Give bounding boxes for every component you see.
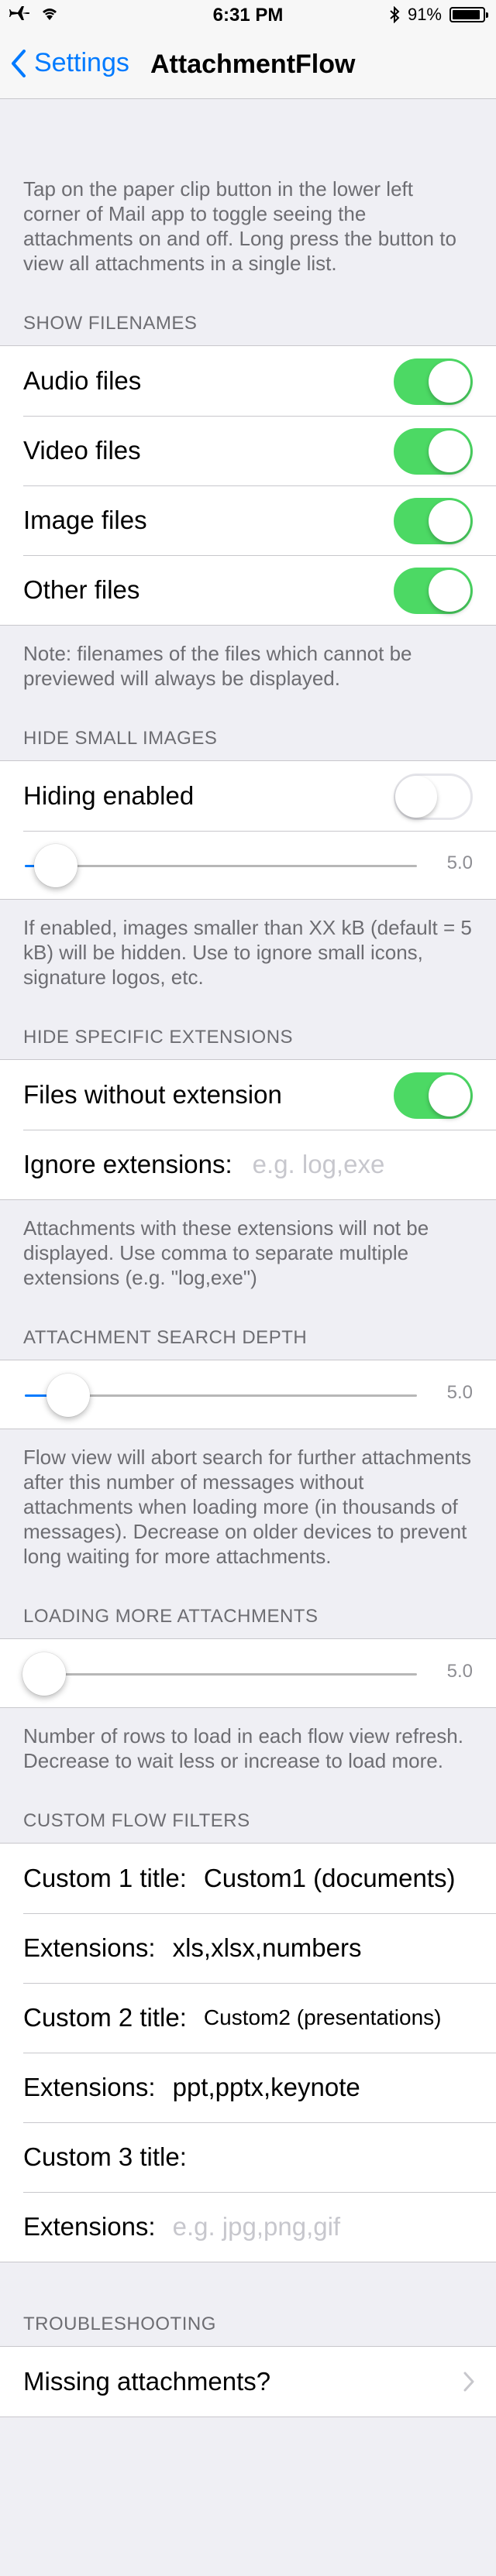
section-header-loading-more: LOADING MORE ATTACHMENTS: [23, 1606, 319, 1627]
bluetooth-icon: [390, 6, 400, 23]
status-bar: 6:31 PM 91%: [0, 0, 496, 31]
slider-value: 5.0: [446, 852, 473, 873]
toggle-knob: [429, 1075, 470, 1116]
page-title: AttachmentFlow: [150, 50, 356, 79]
toggle-knob: [429, 430, 470, 472]
battery-percent: 91%: [407, 5, 442, 24]
row-ignore-extensions[interactable]: Ignore extensions: e.g. log,exe: [0, 1130, 496, 1199]
slider-track[interactable]: [25, 844, 417, 887]
slider-track[interactable]: [25, 1374, 417, 1417]
status-right: 91%: [389, 5, 488, 25]
settings-content: Tap on the paper clip button in the lowe…: [0, 99, 496, 2417]
section-header-search-depth: ATTACHMENT SEARCH DEPTH: [23, 1327, 308, 1348]
slider-thumb[interactable]: [22, 1652, 67, 1696]
row-label: Other files: [23, 575, 140, 604]
row-files-without-extension: Files without extension: [0, 1060, 496, 1130]
row-custom3-title[interactable]: Custom 3 title:: [0, 2122, 496, 2192]
row-custom2-title[interactable]: Custom 2 title: Custom2 (presentations): [0, 1983, 496, 2053]
hide-extensions-group: Files without extension Ignore extension…: [0, 1059, 496, 1200]
slider-thumb[interactable]: [34, 844, 78, 887]
slider-thumb[interactable]: [46, 1374, 90, 1417]
row-small-image-size-slider: 5.0: [0, 831, 496, 899]
toggle-knob: [429, 361, 470, 403]
row-custom2-extensions[interactable]: Extensions: ppt,pptx,keynote: [0, 2053, 496, 2122]
back-button[interactable]: Settings: [11, 48, 129, 78]
loading-more-note: Number of rows to load in each flow view…: [23, 1724, 463, 1772]
section-header-hide-specific-extensions: HIDE SPECIFIC EXTENSIONS: [23, 1027, 294, 1048]
row-label: Extensions:: [23, 2212, 156, 2241]
section-header-hide-small-images: HIDE SMALL IMAGES: [23, 728, 218, 749]
row-missing-attachments[interactable]: Missing attachments?: [0, 2347, 496, 2417]
search-depth-group: 5.0: [0, 1360, 496, 1429]
section-header-show-filenames: SHOW FILENAMES: [23, 313, 198, 334]
toggle-video-files[interactable]: [394, 428, 473, 475]
loading-more-group: 5.0: [0, 1638, 496, 1708]
row-video-files: Video files: [0, 416, 496, 485]
row-label: Ignore extensions:: [23, 1150, 232, 1178]
section-header-custom-flow-filters: CUSTOM FLOW FILTERS: [23, 1810, 250, 1831]
row-audio-files: Audio files: [0, 346, 496, 416]
row-label: Custom 2 title:: [23, 2003, 187, 2032]
custom2-title-input[interactable]: Custom2 (presentations): [204, 2005, 442, 2030]
toggle-audio-files[interactable]: [394, 358, 473, 405]
hide-small-images-group: Hiding enabled 5.0: [0, 760, 496, 900]
section-header-troubleshooting: TROUBLESHOOTING: [23, 2314, 216, 2334]
toggle-knob: [429, 570, 470, 612]
back-button-label: Settings: [34, 48, 129, 77]
toggle-image-files[interactable]: [394, 498, 473, 544]
row-label: Files without extension: [23, 1080, 282, 1109]
toggle-files-without-extension[interactable]: [394, 1072, 473, 1119]
custom1-title-input[interactable]: Custom1 (documents): [204, 1864, 456, 1893]
row-label: Missing attachments?: [23, 2367, 271, 2396]
toggle-other-files[interactable]: [394, 568, 473, 614]
row-label: Custom 3 title:: [23, 2142, 187, 2171]
show-filenames-note: Note: filenames of the files which canno…: [23, 642, 412, 690]
row-custom3-extensions[interactable]: Extensions: e.g. jpg,png,gif: [0, 2192, 496, 2262]
custom3-extensions-input[interactable]: e.g. jpg,png,gif: [173, 2212, 341, 2242]
row-hiding-enabled: Hiding enabled: [0, 761, 496, 831]
custom-filters-group: Custom 1 title: Custom1 (documents) Exte…: [0, 1843, 496, 2262]
toggle-knob: [395, 776, 437, 818]
row-image-files: Image files: [0, 485, 496, 555]
row-loading-more-slider: 5.0: [0, 1639, 496, 1707]
hide-extensions-note: Attachments with these extensions will n…: [23, 1216, 429, 1289]
row-label: Custom 1 title:: [23, 1864, 187, 1892]
row-label: Video files: [23, 436, 141, 465]
slider-value: 5.0: [446, 1382, 473, 1403]
ignore-extensions-input[interactable]: e.g. log,exe: [253, 1150, 385, 1179]
row-label: Extensions:: [23, 2073, 156, 2101]
row-label: Image files: [23, 506, 147, 534]
custom1-extensions-input[interactable]: xls,xlsx,numbers: [173, 1933, 362, 1963]
row-search-depth-slider: 5.0: [0, 1360, 496, 1429]
row-custom1-extensions[interactable]: Extensions: xls,xlsx,numbers: [0, 1913, 496, 1983]
troubleshooting-group: Missing attachments?: [0, 2346, 496, 2417]
hide-small-images-note: If enabled, images smaller than XX kB (d…: [23, 916, 472, 989]
row-label: Audio files: [23, 366, 142, 395]
toggle-knob: [429, 500, 470, 542]
show-filenames-group: Audio files Video files Image files Othe…: [0, 345, 496, 626]
search-depth-note: Flow view will abort search for further …: [23, 1446, 471, 1568]
toggle-hiding-enabled[interactable]: [394, 773, 473, 820]
slider-track[interactable]: [22, 1652, 417, 1696]
row-label: Hiding enabled: [23, 781, 195, 810]
chevron-right-icon: [463, 2372, 474, 2392]
intro-note: Tap on the paper clip button in the lowe…: [23, 177, 456, 275]
slider-value: 5.0: [446, 1661, 473, 1682]
battery-fill: [453, 10, 480, 19]
row-label: Extensions:: [23, 1933, 156, 1962]
row-other-files: Other files: [0, 555, 496, 625]
custom2-extensions-input[interactable]: ppt,pptx,keynote: [173, 2073, 360, 2102]
battery-icon: [450, 7, 488, 22]
chevron-left-icon: [12, 49, 26, 77]
navigation-bar: Settings AttachmentFlow: [0, 31, 496, 99]
row-custom1-title[interactable]: Custom 1 title: Custom1 (documents): [0, 1844, 496, 1913]
